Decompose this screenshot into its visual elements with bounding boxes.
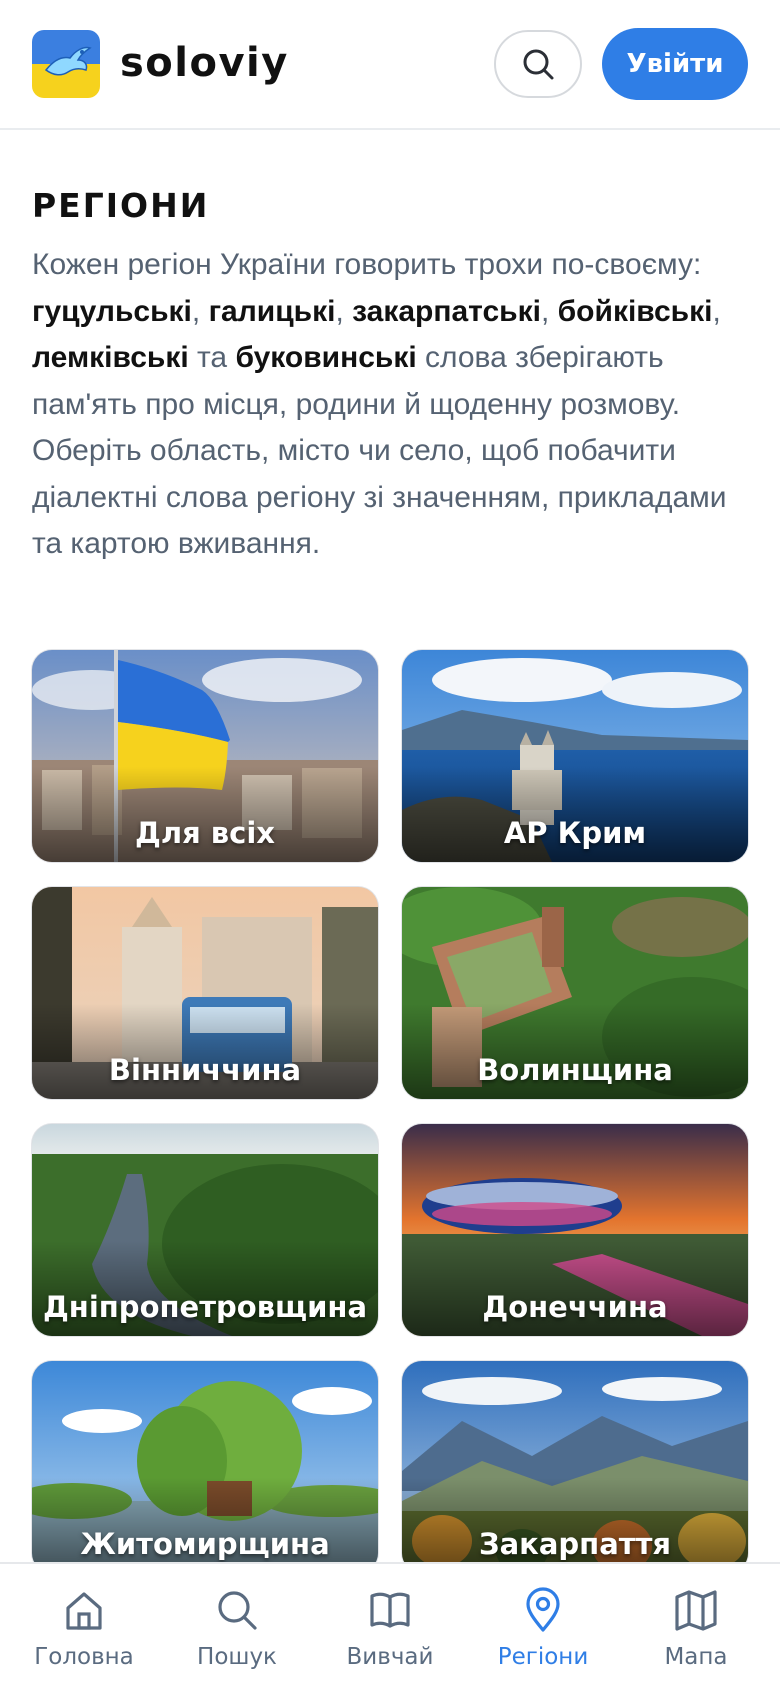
- region-card-vinnytsia[interactable]: Вінниччина: [32, 887, 378, 1099]
- dialect-name: галицькі: [208, 294, 336, 328]
- dialect-name: буковинські: [235, 341, 417, 374]
- region-card-zakarpattia[interactable]: Закарпаття: [402, 1361, 748, 1573]
- nav-item-search[interactable]: Пошук: [159, 1586, 315, 1676]
- nav-label: Вивчай: [346, 1644, 434, 1670]
- intro-text: Кожен регіон України говорить трохи по-с…: [32, 242, 748, 568]
- nav-label: Головна: [34, 1644, 134, 1670]
- region-card-for-all[interactable]: Для всіх: [32, 650, 378, 862]
- search-icon: [523, 49, 554, 80]
- nav-item-learn[interactable]: Вивчай: [312, 1586, 468, 1676]
- page-title: РЕГІОНИ: [32, 186, 210, 225]
- dialect-name: гуцульські: [32, 294, 192, 328]
- region-card-donetsk[interactable]: Донеччина: [402, 1124, 748, 1336]
- region-card-label: Закарпаття: [478, 1527, 672, 1561]
- book-icon: [370, 1592, 410, 1628]
- home-icon: [66, 1592, 102, 1630]
- dialect-name: бойківські: [557, 294, 713, 328]
- region-card-label: АР Крим: [503, 816, 647, 850]
- search-button[interactable]: [494, 30, 582, 98]
- region-card-volyn[interactable]: Волинщина: [402, 887, 748, 1099]
- intro-separator: ,: [335, 294, 353, 328]
- region-card-crimea[interactable]: АР Крим: [402, 650, 748, 862]
- region-card-label: Для всіх: [135, 816, 275, 850]
- nav-item-regions[interactable]: Регіони: [465, 1586, 621, 1676]
- nightingale-logo-icon[interactable]: [32, 30, 100, 98]
- region-card-zhytomyr[interactable]: Житомирщина: [32, 1361, 378, 1573]
- dialect-name: лемківські: [32, 341, 189, 374]
- app-header: soloviy Увійти: [0, 0, 780, 130]
- map-pin-icon: [526, 1587, 560, 1632]
- region-card-label: Волинщина: [477, 1053, 673, 1087]
- intro-text-part: Кожен регіон України говорить трохи по-с…: [32, 248, 702, 281]
- region-card-label: Донеччина: [482, 1290, 668, 1324]
- map-icon: [675, 1590, 717, 1631]
- dialect-name: закарпатські: [352, 294, 541, 328]
- intro-separator: ,: [540, 294, 558, 328]
- login-button[interactable]: Увійти: [602, 28, 748, 100]
- region-card-label: Житомирщина: [80, 1527, 330, 1561]
- brand-name: soloviy: [120, 40, 289, 86]
- nav-item-map[interactable]: Мапа: [618, 1586, 774, 1676]
- region-card-label: Вінниччина: [108, 1053, 302, 1087]
- nav-label: Пошук: [197, 1644, 277, 1670]
- nav-label: Регіони: [497, 1644, 589, 1670]
- nav-label: Мапа: [664, 1644, 728, 1670]
- intro-separator: та: [188, 341, 236, 374]
- search-icon: [218, 1591, 257, 1630]
- nav-item-home[interactable]: Головна: [6, 1586, 162, 1676]
- bottom-nav: Головна Пошук Вивчай Регіони Мапа: [0, 1562, 780, 1688]
- intro-separator: ,: [712, 294, 721, 328]
- region-card-label: Дніпропетровщина: [42, 1290, 368, 1324]
- region-card-dnipropetrovsk[interactable]: Дніпропетровщина: [32, 1124, 378, 1336]
- intro-separator: ,: [191, 294, 209, 328]
